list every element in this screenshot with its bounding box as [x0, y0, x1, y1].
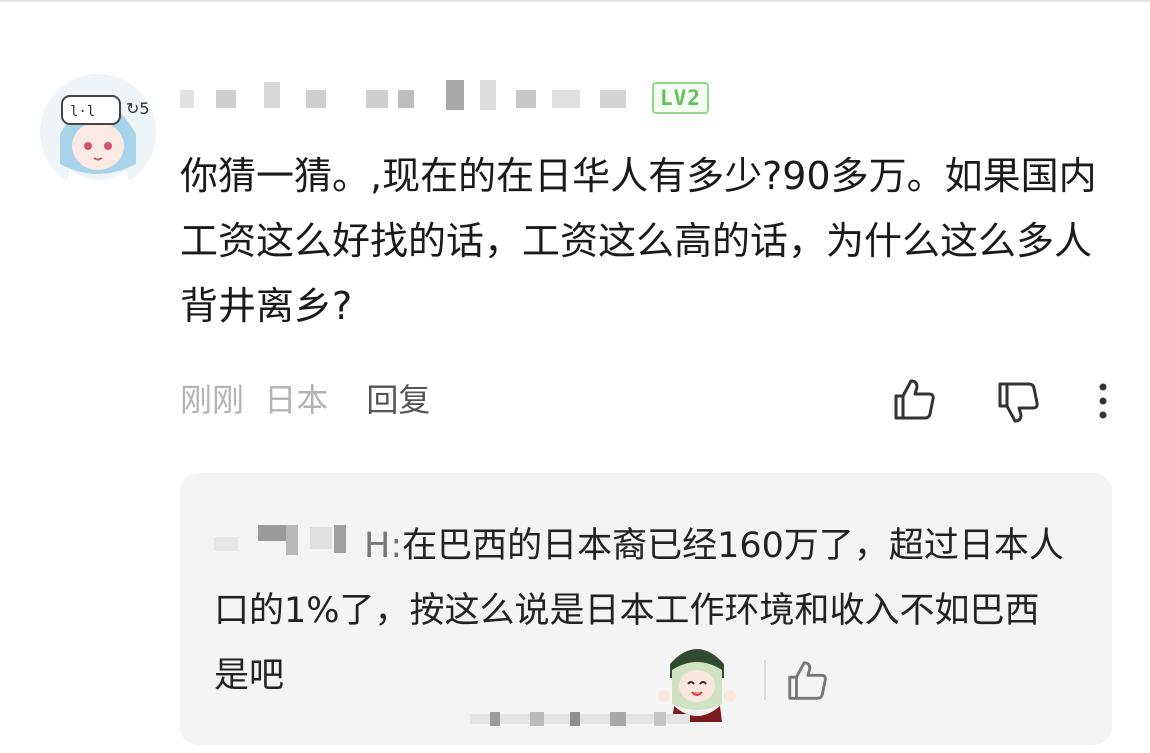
- redaction-block: [398, 90, 414, 108]
- reply-button[interactable]: 回复: [366, 378, 430, 422]
- dislike-button[interactable]: [992, 376, 1044, 428]
- more-vertical-icon: [1099, 383, 1107, 419]
- like-button[interactable]: [888, 374, 940, 426]
- redaction-block: [216, 90, 236, 108]
- reply-divider: [764, 660, 766, 700]
- thumbs-down-icon: [998, 382, 1039, 423]
- username-redacted[interactable]: [180, 80, 640, 116]
- redaction-block: [552, 90, 580, 108]
- thumbs-up-icon: [894, 379, 935, 420]
- svg-text:l·l: l·l: [70, 104, 95, 120]
- comment-time: 刚刚: [180, 381, 245, 419]
- level-badge: LV2: [652, 82, 709, 114]
- more-options-button[interactable]: [1088, 378, 1118, 424]
- redaction-block: [264, 82, 280, 108]
- redaction-block: [600, 90, 626, 108]
- redaction-block: [446, 80, 464, 110]
- redaction-block: [516, 90, 536, 108]
- thumbs-up-icon: [788, 661, 827, 700]
- top-divider: [0, 0, 1150, 2]
- svg-text:↻5: ↻5: [126, 99, 150, 118]
- redaction-block: [180, 90, 194, 108]
- reply-text-block: H:在巴西的日本裔已经160万了，超过日本人口的1%了，按这么说是日本工作环境和…: [214, 514, 1074, 709]
- comment-location: 日本: [264, 381, 329, 419]
- comment-meta: 刚刚 日本 回复: [180, 378, 440, 422]
- avatar-illustration: l·l ↻5: [40, 74, 156, 190]
- reply-name-suffix: H:: [364, 526, 403, 566]
- redaction-block: [480, 80, 496, 110]
- redaction-block: [366, 90, 388, 108]
- reply-like-button[interactable]: [782, 656, 832, 706]
- reply-text: 在巴西的日本裔已经160万了，超过日本人口的1%了，按这么说是日本工作环境和收入…: [214, 526, 1064, 696]
- redacted-blur-strip: [470, 711, 690, 726]
- blur-strip: [470, 712, 690, 726]
- user-avatar[interactable]: l·l ↻5: [40, 74, 156, 190]
- redaction-block: [306, 90, 326, 108]
- comment-text: 你猜一猜。,现在的在日华人有多少?90多万。如果国内工资这么好找的话，工资这么高…: [180, 154, 1097, 328]
